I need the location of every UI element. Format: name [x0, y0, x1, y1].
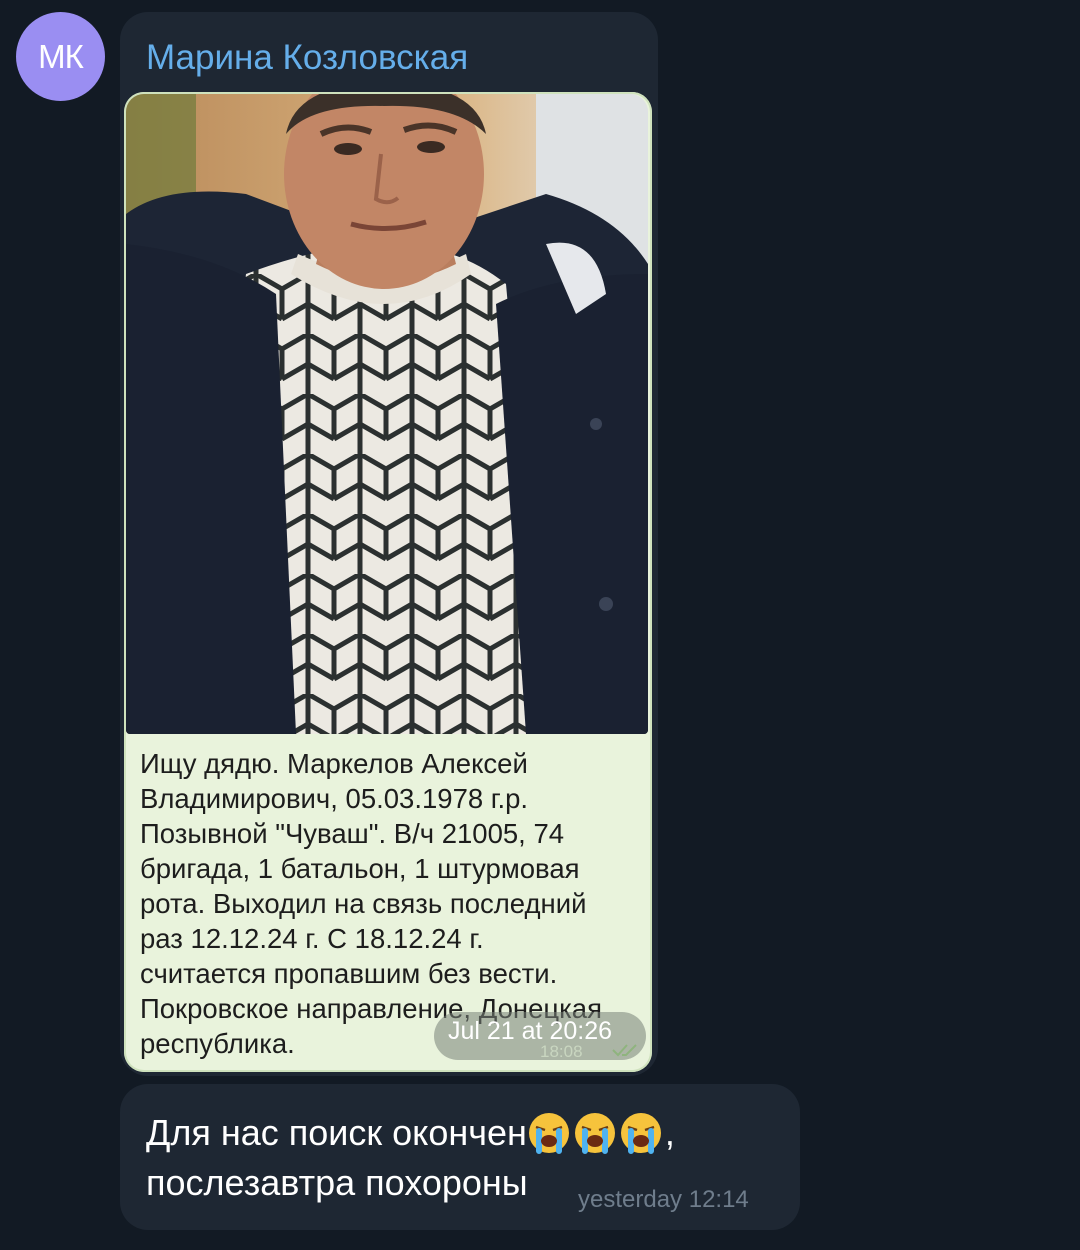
sender-name[interactable]: Марина Козловская — [146, 38, 468, 78]
chat-view: МК Марина Козловская Ищу дядю. Маркелов … — [0, 0, 1080, 1250]
message-bubble-text[interactable]: Для нас поиск окончен, послезавтра похоро… — [120, 1084, 800, 1230]
date-time-pill: Jul 21 at 20:26 18:08 — [434, 1012, 646, 1061]
inner-time: 18:08 — [540, 1042, 583, 1061]
loudly-crying-face-icon — [528, 1113, 569, 1154]
message-photo[interactable] — [126, 94, 648, 734]
loudly-crying-face-icon — [620, 1113, 661, 1154]
message-bubble-forwarded[interactable]: Марина Козловская Ищу дядю. Маркелов Але… — [120, 12, 658, 1076]
message-time: yesterday 12:14 — [578, 1186, 749, 1213]
message-line-2: послезавтра похороны — [146, 1162, 528, 1203]
avatar-initials: МК — [38, 37, 84, 75]
message-comma: , — [664, 1112, 675, 1153]
sender-avatar[interactable]: МК — [16, 12, 105, 101]
message-line-1: Для нас поиск окончен — [146, 1112, 527, 1153]
forward-date: Jul 21 at 20:26 — [448, 1017, 613, 1045]
photo-illustration — [126, 94, 648, 734]
loudly-crying-face-icon — [574, 1113, 615, 1154]
double-check-icon — [612, 1044, 637, 1057]
forwarded-message-card[interactable]: Ищу дядю. Маркелов Алексей Владимирович,… — [124, 92, 652, 1072]
